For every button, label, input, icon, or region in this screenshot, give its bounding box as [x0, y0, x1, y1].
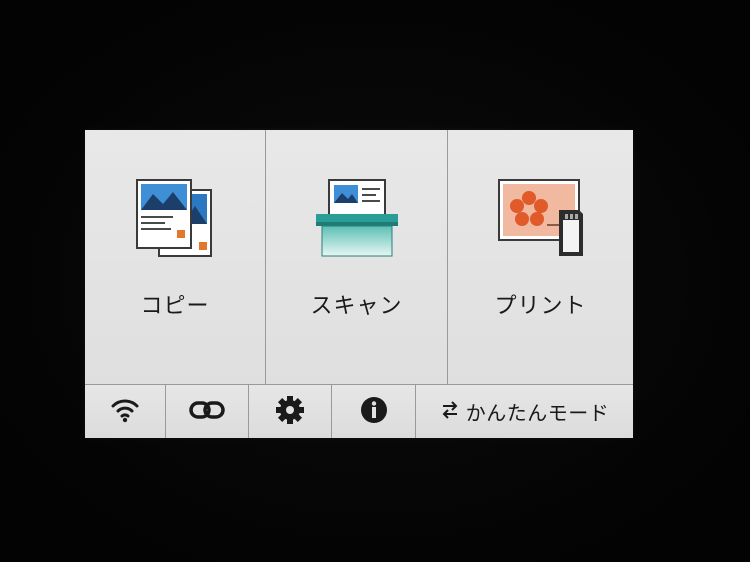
copy-tile[interactable]: コピー — [85, 130, 266, 384]
photo-print-memory-card-icon — [495, 176, 587, 264]
link-button[interactable] — [166, 385, 249, 438]
print-label: プリント — [494, 294, 587, 319]
gear-icon — [275, 395, 305, 429]
info-button[interactable] — [332, 385, 416, 438]
printer-panel: コピー スキャン プリント かんたんモード — [0, 0, 750, 562]
link-icon — [188, 398, 226, 426]
scan-label: スキャン — [310, 294, 403, 319]
wifi-button[interactable] — [85, 385, 166, 438]
touch-screen: コピー スキャン プリント かんたんモード — [85, 130, 633, 438]
scan-tile[interactable]: スキャン — [266, 130, 448, 384]
scanner-icon — [312, 176, 402, 264]
settings-button[interactable] — [249, 385, 332, 438]
print-tile[interactable]: プリント — [448, 130, 633, 384]
info-icon — [359, 395, 389, 429]
switch-arrows-icon — [440, 400, 460, 424]
bottom-bar: かんたんモード — [85, 384, 633, 438]
wifi-icon — [110, 397, 140, 427]
easy-mode-switch[interactable]: かんたんモード — [416, 385, 633, 438]
easy-mode-label: かんたんモード — [465, 401, 610, 425]
copy-label: コピー — [140, 294, 210, 319]
function-tiles: コピー スキャン プリント — [85, 130, 633, 384]
copy-documents-icon — [133, 176, 217, 264]
